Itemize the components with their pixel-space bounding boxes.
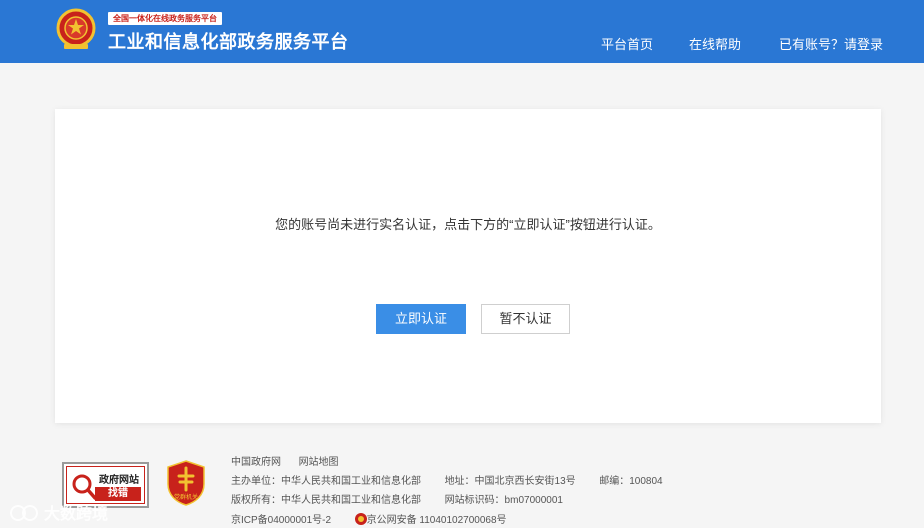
party-badge-label: 党群机关 — [174, 493, 198, 501]
watermark-text: 大数跨境 — [44, 504, 108, 523]
verify-now-button[interactable]: 立即认证 — [376, 304, 466, 334]
footer-link-sitemap[interactable]: 网站地图 — [299, 457, 339, 468]
platform-tag: 全国一体化在线政务服务平台 — [108, 12, 222, 25]
verification-message: 您的账号尚未进行实名认证，点击下方的“立即认证”按钮进行认证。 — [275, 217, 661, 232]
watermark-logo: 大数跨境 — [10, 504, 108, 523]
footer-copyright: 版权所有：中华人民共和国工业和信息化部 — [231, 495, 421, 506]
nav-help[interactable]: 在线帮助 — [689, 34, 741, 53]
site-title[interactable]: 工业和信息化部政务服务平台 — [108, 28, 349, 54]
badge-frame: 政府网站 找错 — [66, 466, 145, 504]
footer-icp[interactable]: 京ICP备04000001号-2 — [231, 515, 331, 526]
party-organ-badge-icon[interactable]: 党群机关 — [166, 460, 206, 506]
verification-card: 您的账号尚未进行实名认证，点击下方的“立即认证”按钮进行认证。 立即认证 暂不认… — [55, 109, 881, 423]
top-header: 全国一体化在线政务服务平台 工业和信息化部政务服务平台 平台首页 在线帮助 已有… — [0, 0, 924, 63]
footer-link-gov[interactable]: 中国政府网 — [231, 457, 281, 468]
badge-label: 政府网站 — [99, 475, 139, 486]
footer-police-record[interactable]: 京公网安备 11040102700068号 — [367, 515, 507, 526]
nav-login[interactable]: 已有账号？请登录 — [779, 34, 883, 53]
footer-address: 地址：中国北京西长安街13号 — [444, 476, 576, 487]
public-security-icon — [354, 513, 367, 525]
nav-home[interactable]: 平台首页 — [601, 34, 653, 53]
footer-organizer: 主办单位：中华人民共和国工业和信息化部 — [231, 476, 421, 487]
footer-postcode: 邮编：100804 — [599, 476, 663, 487]
skip-verification-button[interactable]: 暂不认证 — [481, 304, 570, 334]
footer-site-code: 网站标识码：bm07000001 — [444, 495, 563, 506]
badge-action: 找错 — [95, 487, 141, 501]
national-emblem-icon — [56, 8, 96, 49]
magnifier-icon — [72, 474, 97, 500]
